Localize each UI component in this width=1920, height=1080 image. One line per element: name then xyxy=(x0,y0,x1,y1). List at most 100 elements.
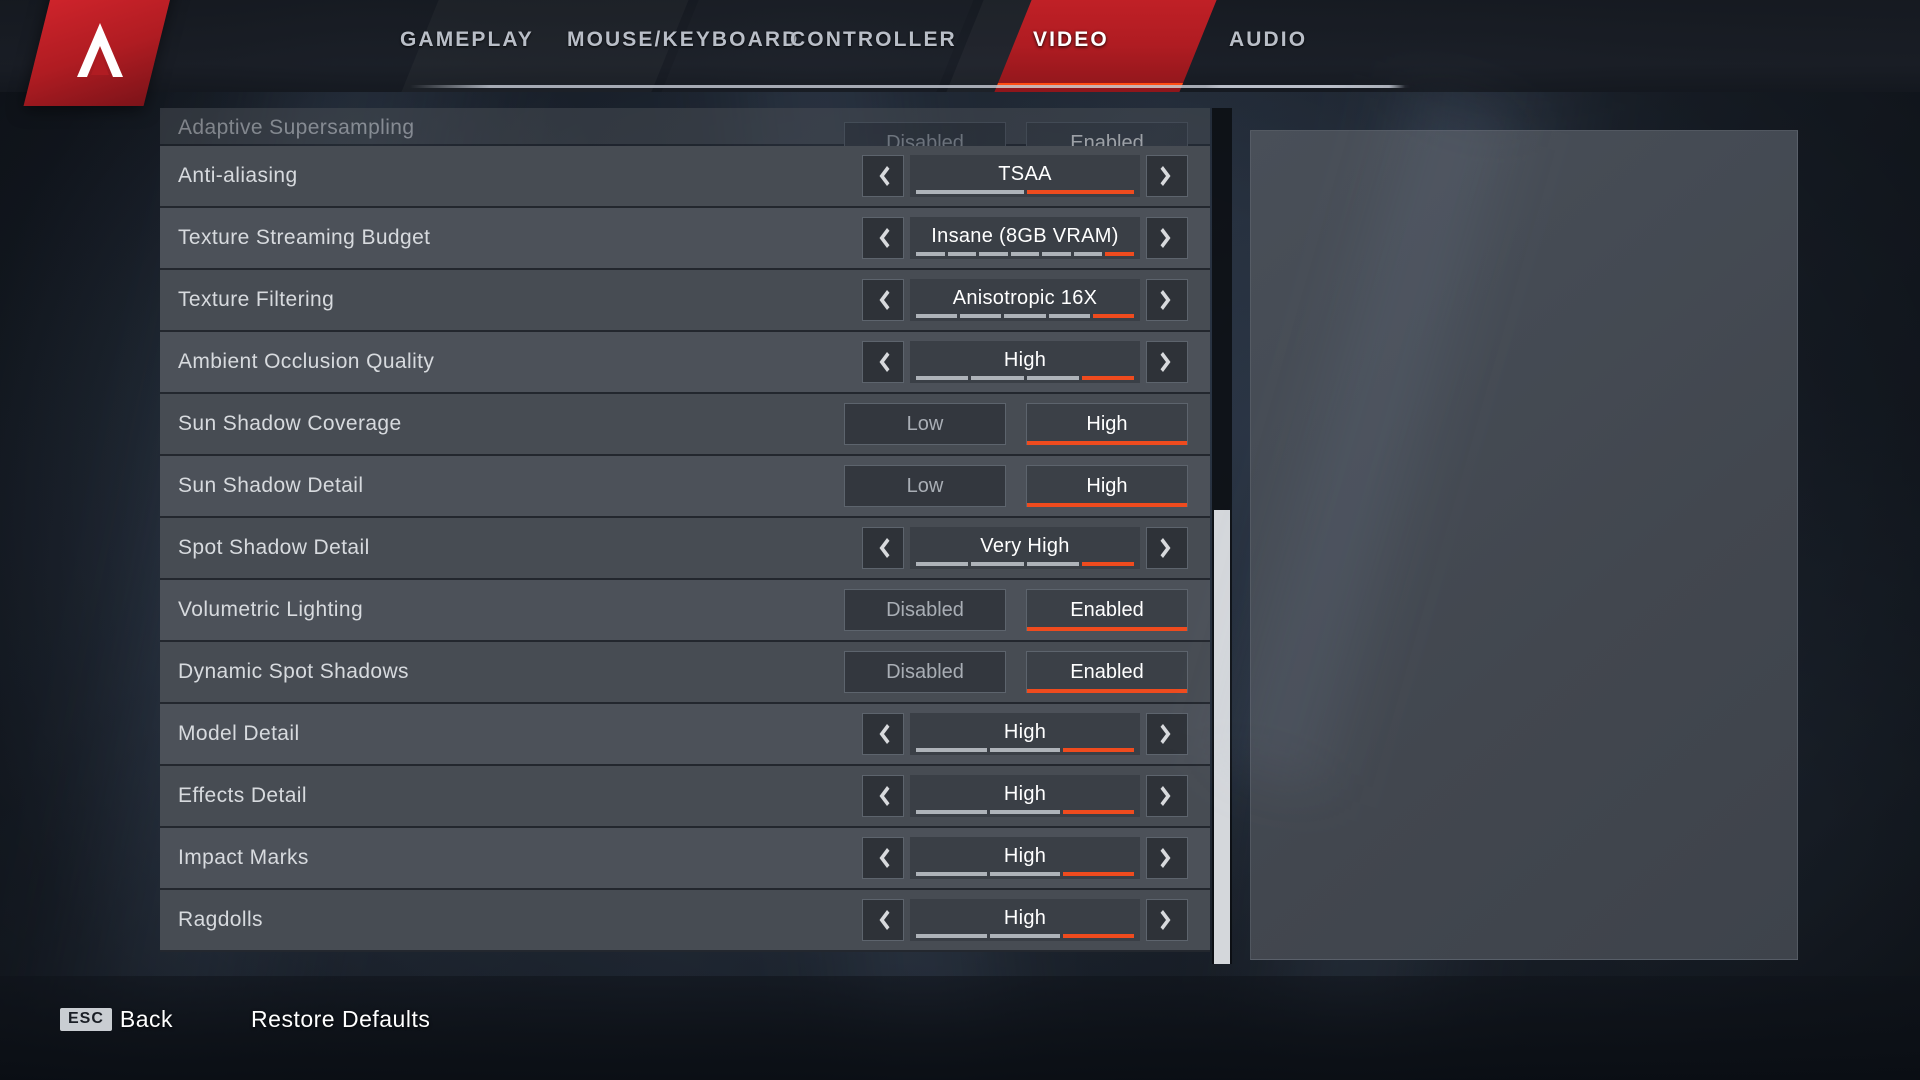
restore-defaults-button[interactable]: Restore Defaults xyxy=(251,1006,430,1033)
setting-row[interactable]: Dynamic Spot Shadows Disabled Enabled xyxy=(160,642,1210,704)
toggle-option-selected[interactable]: Enabled xyxy=(1026,589,1188,631)
setting-value-box[interactable]: Very High xyxy=(910,527,1140,569)
toggle-option-selected[interactable]: High xyxy=(1026,465,1188,507)
setting-value: High xyxy=(1003,907,1047,929)
setting-label: Impact Marks xyxy=(178,846,309,869)
nav-tab-audio[interactable]: AUDIO xyxy=(1229,28,1307,52)
level-segment xyxy=(947,252,977,256)
chevron-right-icon[interactable] xyxy=(1146,341,1188,383)
setting-label: Sun Shadow Coverage xyxy=(178,412,402,435)
nav-tab-video[interactable]: VIDEO xyxy=(1033,28,1109,52)
setting-row[interactable]: Impact Marks High xyxy=(160,828,1210,890)
level-segment xyxy=(1092,314,1135,318)
toggle-option[interactable]: Disabled xyxy=(844,651,1006,693)
setting-value-box[interactable]: High xyxy=(910,899,1140,941)
setting-value: High xyxy=(1003,349,1047,371)
setting-label: Effects Detail xyxy=(178,784,307,807)
chevron-left-icon[interactable] xyxy=(862,341,904,383)
level-segment xyxy=(1042,252,1071,256)
value-stepper: High xyxy=(862,775,1188,817)
setting-row[interactable]: Ambient Occlusion Quality High xyxy=(160,332,1210,394)
chevron-right-icon[interactable] xyxy=(1146,775,1188,817)
setting-row[interactable]: Model Detail High xyxy=(160,704,1210,766)
setting-label: Texture Filtering xyxy=(178,288,335,311)
setting-row[interactable]: Anti-aliasing TSAA xyxy=(160,146,1210,208)
back-button[interactable]: ESC Back xyxy=(60,1006,173,1033)
value-stepper: Insane (8GB VRAM) xyxy=(862,217,1188,259)
setting-label: Spot Shadow Detail xyxy=(178,536,370,559)
level-segment xyxy=(979,252,1008,256)
chevron-left-icon[interactable] xyxy=(862,217,904,259)
chevron-left-icon[interactable] xyxy=(862,899,904,941)
level-segment xyxy=(1063,872,1135,876)
level-segment xyxy=(1004,314,1046,318)
setting-row[interactable]: Effects Detail High xyxy=(160,766,1210,828)
level-segment xyxy=(989,872,1061,876)
level-segment xyxy=(1026,376,1079,380)
toggle-option[interactable]: Low xyxy=(844,403,1006,445)
level-segment xyxy=(1063,748,1135,752)
chevron-left-icon[interactable] xyxy=(862,775,904,817)
chevron-right-icon[interactable] xyxy=(1146,837,1188,879)
chevron-left-icon[interactable] xyxy=(862,527,904,569)
setting-row[interactable]: Texture Streaming Budget Insane (8GB VRAM… xyxy=(160,208,1210,270)
setting-value-box[interactable]: High xyxy=(910,341,1140,383)
chevron-left-icon[interactable] xyxy=(862,155,904,197)
value-level-indicator xyxy=(916,934,1135,938)
level-segment xyxy=(989,934,1061,938)
setting-row[interactable]: Sun Shadow Coverage Low High xyxy=(160,394,1210,456)
setting-value: TSAA xyxy=(998,163,1052,185)
setting-row[interactable]: Ragdolls High xyxy=(160,890,1210,952)
nav-tab-mouse-keyboard[interactable]: MOUSE/KEYBOARD xyxy=(567,28,799,52)
toggle-option-selected[interactable]: Enabled xyxy=(1026,651,1188,693)
setting-row[interactable]: Volumetric Lighting Disabled Enabled xyxy=(160,580,1210,642)
value-level-indicator xyxy=(916,190,1134,194)
setting-row[interactable]: Texture Filtering Anisotropic 16X xyxy=(160,270,1210,332)
toggle-option[interactable]: Disabled xyxy=(844,589,1006,631)
value-level-indicator xyxy=(916,872,1135,876)
chevron-left-icon[interactable] xyxy=(862,837,904,879)
setting-label: Anti-aliasing xyxy=(178,164,298,187)
level-segment xyxy=(1081,562,1134,566)
nav-tab-controller[interactable]: CONTROLLER xyxy=(790,28,957,52)
setting-value-box[interactable]: High xyxy=(910,837,1140,879)
chevron-right-icon[interactable] xyxy=(1146,713,1188,755)
level-segment xyxy=(1073,252,1103,256)
chevron-right-icon[interactable] xyxy=(1146,899,1188,941)
nav-tab-list: GAMEPLAY MOUSE/KEYBOARD CONTROLLER VIDEO AUD… xyxy=(0,0,1920,92)
value-stepper: Very High xyxy=(862,527,1188,569)
setting-label: Ambient Occlusion Quality xyxy=(178,350,435,373)
setting-label: Dynamic Spot Shadows xyxy=(178,660,409,683)
chevron-right-icon[interactable] xyxy=(1146,217,1188,259)
settings-scrollbar[interactable] xyxy=(1212,108,1232,964)
setting-value-box[interactable]: Insane (8GB VRAM) xyxy=(910,217,1140,259)
esc-key-badge: ESC xyxy=(60,1008,112,1031)
value-stepper: High xyxy=(862,837,1188,879)
chevron-left-icon[interactable] xyxy=(862,279,904,321)
value-stepper: High xyxy=(862,899,1188,941)
level-segment xyxy=(989,810,1061,814)
toggle-option[interactable]: Low xyxy=(844,465,1006,507)
chevron-right-icon[interactable] xyxy=(1146,279,1188,321)
level-segment xyxy=(1010,252,1040,256)
chevron-right-icon[interactable] xyxy=(1146,155,1188,197)
setting-value-box[interactable]: High xyxy=(910,713,1140,755)
toggle-option-selected[interactable]: High xyxy=(1026,403,1188,445)
top-navigation-bar: GAMEPLAY MOUSE/KEYBOARD CONTROLLER VIDEO AUD… xyxy=(0,0,1920,92)
value-level-indicator xyxy=(916,314,1135,318)
setting-row[interactable]: Spot Shadow Detail Very High xyxy=(160,518,1210,580)
setting-label: Model Detail xyxy=(178,722,300,745)
chevron-right-icon[interactable] xyxy=(1146,527,1188,569)
value-stepper: High xyxy=(862,713,1188,755)
level-segment xyxy=(1081,376,1134,380)
level-segment xyxy=(916,252,945,256)
nav-tab-gameplay[interactable]: GAMEPLAY xyxy=(400,28,534,52)
setting-value-box[interactable]: TSAA xyxy=(910,155,1140,197)
setting-value-box[interactable]: Anisotropic 16X xyxy=(910,279,1140,321)
setting-row[interactable]: Sun Shadow Detail Low High xyxy=(160,456,1210,518)
chevron-left-icon[interactable] xyxy=(862,713,904,755)
level-segment xyxy=(1105,252,1135,256)
level-segment xyxy=(916,314,958,318)
setting-row-clipped[interactable]: Adaptive Supersampling Disabled Enabled xyxy=(160,108,1210,164)
setting-value-box[interactable]: High xyxy=(910,775,1140,817)
